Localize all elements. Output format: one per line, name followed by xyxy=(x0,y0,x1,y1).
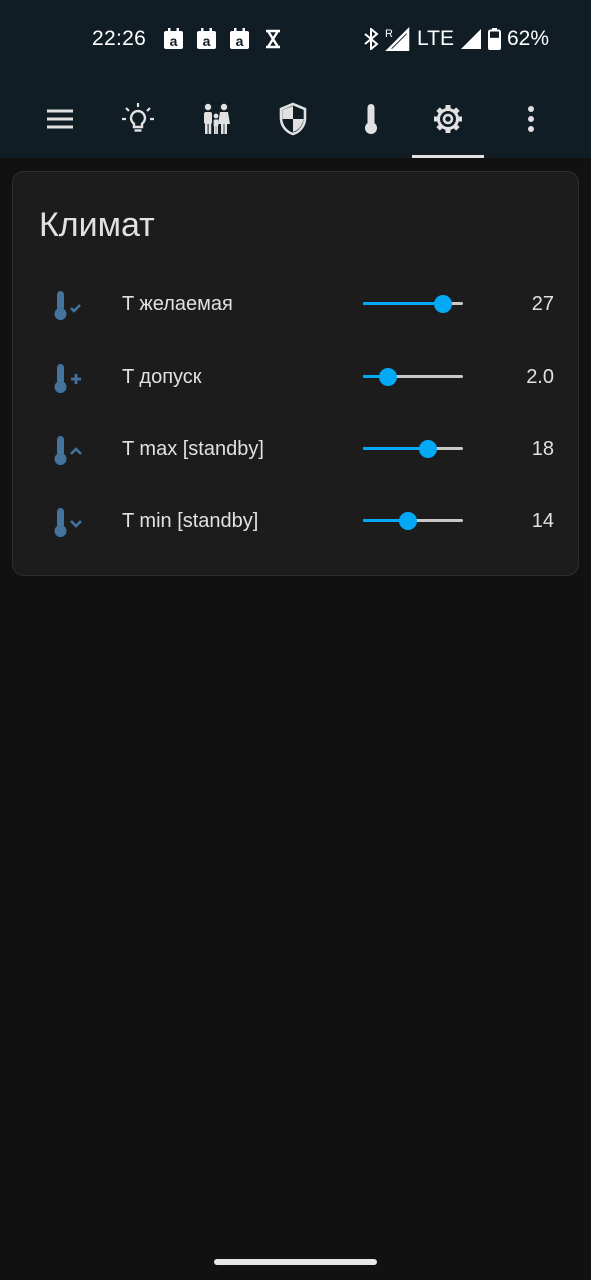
climate-row: T min [standby] 14 xyxy=(13,493,580,549)
active-tab-indicator xyxy=(412,155,484,158)
status-right: R LTE 62% xyxy=(363,26,549,52)
svg-text:a: a xyxy=(236,33,244,49)
shield-icon[interactable] xyxy=(273,99,313,139)
battery-icon xyxy=(487,28,501,50)
amazon-calendar-icon: a xyxy=(164,28,183,49)
svg-text:a: a xyxy=(203,33,211,49)
row-value: 27 xyxy=(531,293,554,315)
thermometer-plus-icon xyxy=(54,364,81,393)
row-label: T min [standby] xyxy=(122,510,259,532)
desired-temperature-slider[interactable] xyxy=(363,295,463,313)
gear-icon[interactable] xyxy=(428,99,468,139)
row-label: T допуск xyxy=(122,366,202,388)
slider-thumb[interactable] xyxy=(399,512,417,530)
row-value: 14 xyxy=(531,510,554,532)
row-label: T желаемая xyxy=(122,293,233,315)
svg-text:a: a xyxy=(170,33,178,49)
status-time: 22:26 xyxy=(92,27,147,50)
climate-card: Климат T желаемая 27 T допуск 2.0 T max … xyxy=(12,171,579,576)
climate-row: T max [standby] 18 xyxy=(13,421,580,477)
amazon-calendar-icon: a xyxy=(230,28,249,49)
slider-fill xyxy=(363,302,443,305)
status-bar: 22:26 a a a R LTE 62% xyxy=(0,0,591,80)
hourglass-icon xyxy=(266,29,280,49)
slider-thumb[interactable] xyxy=(434,295,452,313)
signal-icon xyxy=(460,29,481,49)
slider-thumb[interactable] xyxy=(379,368,397,386)
menu-icon[interactable] xyxy=(40,99,80,139)
climate-row: T допуск 2.0 xyxy=(13,349,580,405)
row-value: 18 xyxy=(531,438,554,460)
network-type: LTE xyxy=(417,27,454,50)
signal-roaming-icon: R xyxy=(385,27,410,51)
battery-percent: 62% xyxy=(506,27,549,50)
thermometer-check-icon xyxy=(54,291,81,320)
min-standby-slider[interactable] xyxy=(363,512,463,530)
max-standby-slider[interactable] xyxy=(363,440,463,458)
thermometer-chevron-up-icon xyxy=(54,436,82,465)
home-indicator[interactable] xyxy=(214,1259,377,1265)
screen: 22:26 a a a R LTE 62% Климат T желаемая … xyxy=(0,0,591,1280)
app-toolbar xyxy=(0,80,591,158)
thermometer-chevron-down-icon xyxy=(54,508,82,537)
slider-thumb[interactable] xyxy=(419,440,437,458)
row-label: T max [standby] xyxy=(122,438,264,460)
thermometer-icon[interactable] xyxy=(351,99,391,139)
family-icon[interactable] xyxy=(196,99,236,139)
amazon-calendar-icon: a xyxy=(197,28,216,49)
tolerance-slider[interactable] xyxy=(363,368,463,386)
svg-text:R: R xyxy=(385,28,393,40)
climate-row: T желаемая 27 xyxy=(13,276,580,332)
more-vert-icon[interactable] xyxy=(511,99,551,139)
row-value: 2.0 xyxy=(526,366,554,388)
card-title: Климат xyxy=(39,206,155,244)
bluetooth-icon xyxy=(364,28,379,50)
lightbulb-icon[interactable] xyxy=(118,99,158,139)
